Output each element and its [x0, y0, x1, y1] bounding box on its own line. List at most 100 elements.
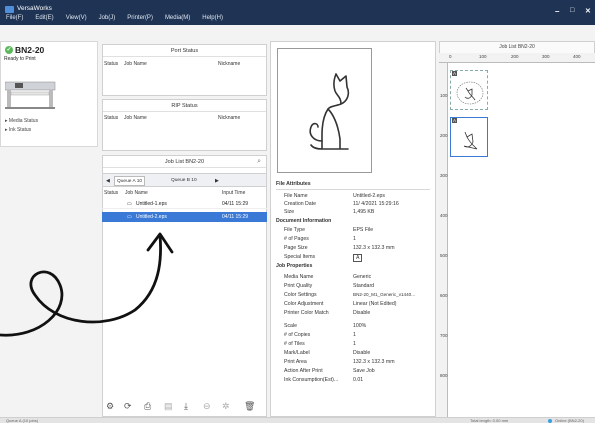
- attr-value: Generic: [353, 274, 372, 280]
- title-bar: VersaWorks File(F) Edit(E) View(V) Job(J…: [0, 0, 595, 25]
- attr-value: 100%: [353, 323, 367, 329]
- printer-state: Ready to Print: [4, 56, 36, 62]
- arrow-annotation-icon: [0, 232, 174, 337]
- menu-job[interactable]: Job(J): [99, 15, 116, 21]
- attr-value: Untitled-2.eps: [353, 193, 386, 199]
- rip-col-status[interactable]: Status: [104, 115, 118, 121]
- attr-value: Standard: [353, 283, 375, 289]
- menu-edit[interactable]: Edit(E): [35, 15, 53, 21]
- menu-bar: File(F) Edit(E) View(V) Job(J) Printer(P…: [6, 15, 223, 21]
- special-item-value: A: [353, 254, 363, 262]
- printer-panel[interactable]: ✓ BN2-20 Ready to Print ▸ Media Status ▸…: [0, 41, 98, 147]
- attr-label: Printer Color Match: [284, 310, 329, 316]
- attr-label: Creation Date: [284, 201, 317, 207]
- rip-status-panel: RIP Status: [102, 99, 267, 151]
- attr-value: 132.3 x 132.3 mm: [353, 359, 395, 365]
- rip-status-title: RIP Status: [103, 100, 266, 112]
- ruler-tick: 700: [440, 333, 448, 338]
- port-col-nickname[interactable]: Nickname: [218, 61, 240, 67]
- attr-value: 1,495 KB: [353, 209, 375, 215]
- divider: [276, 189, 430, 190]
- attr-value: 1: [353, 341, 356, 347]
- attr-value: 1: [353, 236, 356, 242]
- ruler-tick: 800: [440, 373, 448, 378]
- attr-value: 1: [353, 332, 356, 338]
- attr-value: Disable: [353, 350, 371, 356]
- attr-label: File Type: [284, 227, 305, 233]
- menu-view[interactable]: View(V): [66, 15, 87, 21]
- printer-name: BN2-20: [15, 45, 45, 55]
- tree-media-status-label: Media Status: [8, 118, 39, 124]
- ruler-tick: 100: [440, 93, 448, 98]
- ruler-tick: 200: [440, 133, 448, 138]
- layout-job-thumbnail-selected[interactable]: A: [450, 117, 488, 157]
- attr-label: Media Name: [284, 274, 314, 280]
- status-online: Online (BN2-20): [555, 418, 584, 423]
- attr-value: Disable: [353, 310, 371, 316]
- job-properties-heading: Job Properties: [276, 263, 313, 269]
- close-button[interactable]: ✕: [585, 7, 591, 15]
- menu-file[interactable]: File(F): [6, 15, 23, 21]
- job-preview-artwork: [277, 48, 372, 173]
- layout-job-thumbnail[interactable]: A: [450, 70, 488, 110]
- document-info-heading: Document Information: [276, 218, 332, 224]
- attr-value: Linear (Not Edited): [353, 301, 397, 307]
- versaworks-window: VersaWorks File(F) Edit(E) View(V) Job(J…: [0, 0, 595, 423]
- attr-label: File Name: [284, 193, 308, 199]
- attr-label: Size: [284, 209, 295, 215]
- menu-help[interactable]: Help(H): [202, 15, 223, 21]
- tree-ink-status[interactable]: ▸ Ink Status: [5, 127, 31, 133]
- menu-media[interactable]: Media(M): [165, 15, 190, 21]
- port-col-status[interactable]: Status: [104, 61, 118, 67]
- online-status-icon: [548, 419, 552, 423]
- ruler-tick: 100: [479, 54, 487, 59]
- attr-label: Print Quality: [284, 283, 313, 289]
- minimize-button[interactable]: –: [555, 7, 559, 16]
- tree-media-status[interactable]: ▸ Media Status: [5, 118, 38, 124]
- attr-value: 132.3 x 132.3 mm: [353, 245, 395, 251]
- port-status-title: Port Status: [103, 45, 266, 57]
- maximize-button[interactable]: □: [570, 7, 574, 14]
- ruler-tick: 300: [542, 54, 550, 59]
- ruler-tick: 500: [440, 253, 448, 258]
- file-attributes-heading: File Attributes: [276, 181, 311, 187]
- port-status-panel: Port Status: [102, 44, 267, 96]
- attr-value: 11/ 4/2021 15:29:16: [353, 201, 399, 207]
- horizontal-ruler: 0 100 200 300 400: [439, 53, 595, 63]
- attr-label: # of Pages: [284, 236, 309, 242]
- ruler-tick: 0: [449, 54, 452, 59]
- attr-label: Mark/Label: [284, 350, 310, 356]
- attr-value: 0.01: [353, 377, 364, 383]
- attr-value: BN2-20_M1_Generic_v1440...: [353, 292, 416, 297]
- attr-label: Action After Print: [284, 368, 323, 374]
- attr-label: Scale: [284, 323, 297, 329]
- attr-label: Page Size: [284, 245, 308, 251]
- tree-ink-status-label: Ink Status: [8, 127, 32, 133]
- attr-label: Color Settings: [284, 292, 317, 298]
- printer-image-icon: [5, 81, 56, 109]
- app-logo-icon: [5, 6, 14, 13]
- vertical-ruler: 100 200 300 400 500 600 700 800: [439, 63, 448, 417]
- attr-label: Print Area: [284, 359, 307, 365]
- ruler-tick: 400: [573, 54, 581, 59]
- status-bar: Queue A (10 jobs) Total length: 0.00 mm …: [0, 417, 595, 423]
- attr-value: EPS File: [353, 227, 374, 233]
- rip-col-jobname[interactable]: Job Name: [124, 115, 147, 121]
- status-length: Total length: 0.00 mm: [470, 418, 509, 423]
- menu-printer[interactable]: Printer(P): [127, 15, 153, 21]
- attr-label: Color Adjustment: [284, 301, 324, 307]
- attr-value: Save Job: [353, 368, 375, 374]
- port-col-jobname[interactable]: Job Name: [124, 61, 147, 67]
- cat-thumbnail-icon: [463, 131, 478, 150]
- attr-label: Special Items: [284, 254, 316, 260]
- attr-label: # of Copies: [284, 332, 311, 338]
- attr-label: Ink Consumption(Est)...: [284, 377, 339, 383]
- cat-thumbnail-icon: [456, 81, 484, 105]
- ruler-tick: 600: [440, 293, 448, 298]
- ruler-tick: 400: [440, 213, 448, 218]
- layout-title: Job List BN2-20: [499, 44, 535, 50]
- check-icon: ✓: [5, 46, 13, 54]
- ruler-tick: 200: [511, 54, 519, 59]
- rip-col-nickname[interactable]: Nickname: [218, 115, 240, 121]
- cat-artwork-icon: [309, 73, 350, 150]
